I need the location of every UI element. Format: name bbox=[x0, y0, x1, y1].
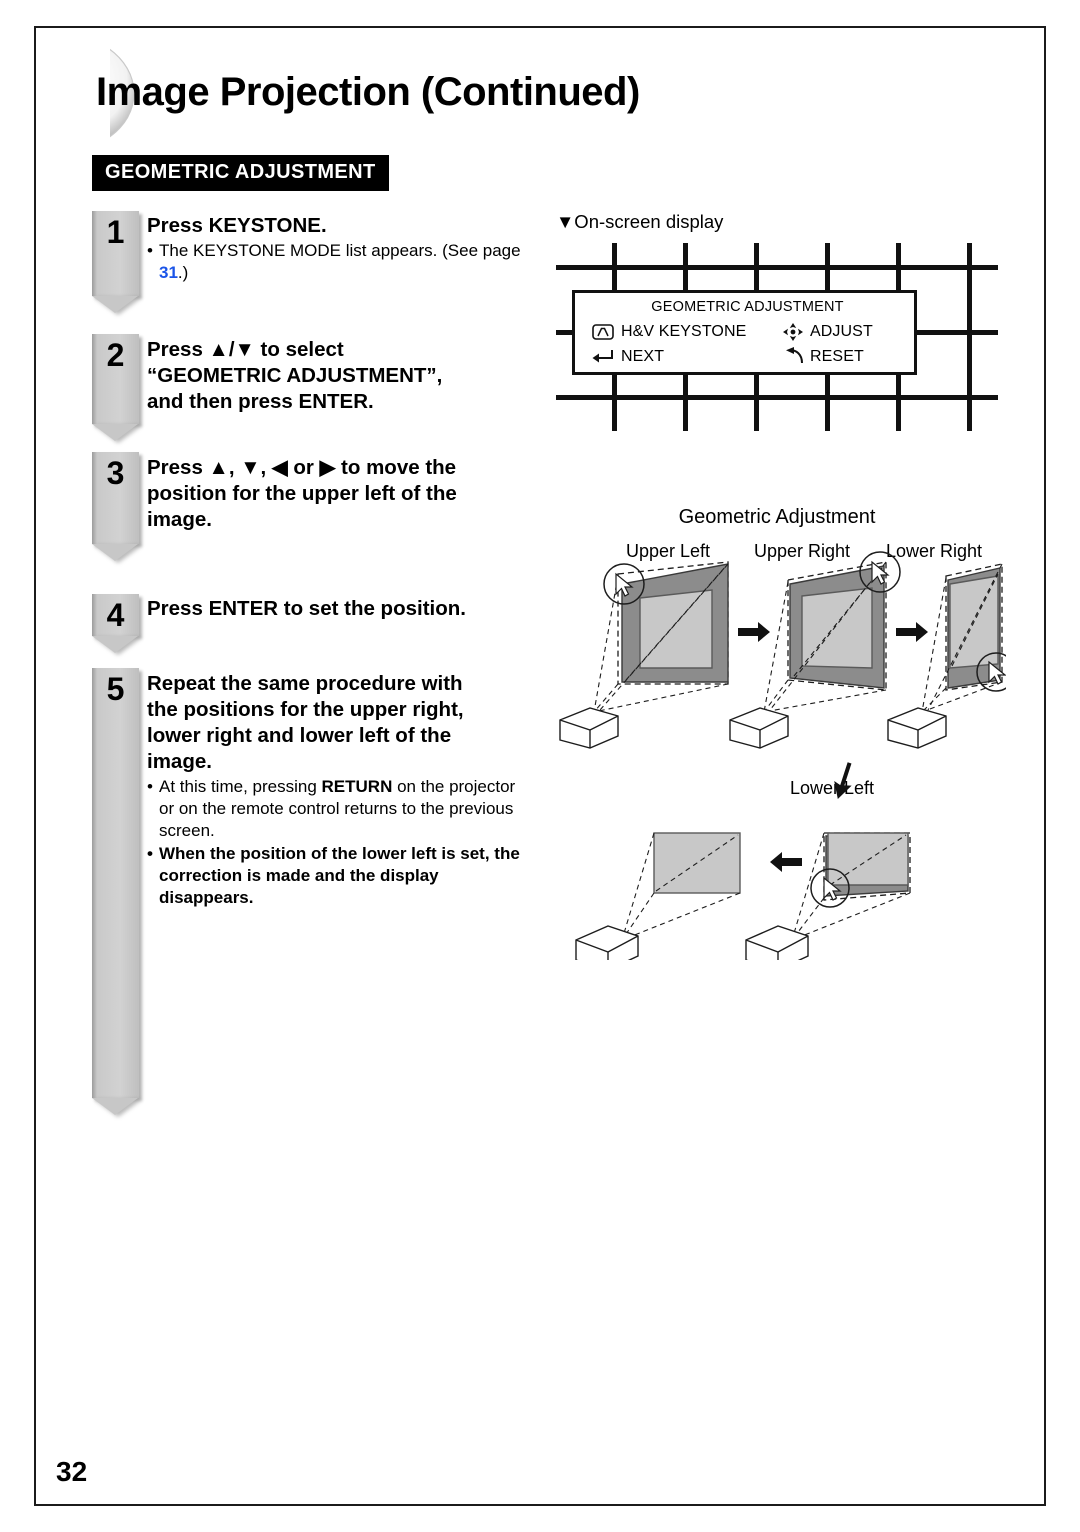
panel-result bbox=[575, 832, 741, 971]
bullet-text-after: .) bbox=[177, 263, 189, 282]
step-2-line-2: “GEOMETRIC ADJUSTMENT”, bbox=[147, 364, 443, 387]
step-3-line-1: Press ▲, ▼, ◀ or ▶ to move the bbox=[147, 456, 457, 479]
page-reference-link[interactable]: 31 bbox=[159, 263, 178, 282]
geometric-adjustment-diagram: .gOuter { fill:#8c8c8c; stroke:#3a3a3a; … bbox=[556, 540, 1016, 971]
bullet-item: The KEYSTONE MODE list appears. (See pag… bbox=[147, 240, 522, 284]
step-4-heading-tail: to set the position. bbox=[278, 597, 466, 620]
step-marker-4: 4 bbox=[92, 594, 139, 653]
flow-arrow-left bbox=[770, 852, 802, 872]
projector-icon bbox=[745, 925, 809, 971]
step-3-line-2: position for the upper left of the bbox=[147, 482, 457, 505]
projector-icon bbox=[729, 707, 789, 749]
step-marker-tip bbox=[92, 424, 138, 441]
osd-row-label-next: NEXT bbox=[621, 348, 665, 365]
step-1-heading: Press KEYSTONE. bbox=[147, 213, 537, 239]
panel-upper-right bbox=[729, 551, 901, 749]
on-screen-display-preview: GEOMETRIC ADJUSTMENT H&V KEYSTONE ADJUST bbox=[556, 243, 998, 431]
step-number-2: 2 bbox=[106, 337, 125, 373]
reset-curved-arrow-icon bbox=[785, 347, 805, 370]
step-marker-tip bbox=[92, 636, 138, 653]
step-3-line-3: image. bbox=[147, 508, 212, 531]
grid-line-horizontal bbox=[556, 395, 998, 400]
step-5-heading: Repeat the same procedure with the posit… bbox=[147, 671, 547, 775]
osd-row-label-reset: RESET bbox=[810, 348, 864, 365]
osd-dialog: GEOMETRIC ADJUSTMENT H&V KEYSTONE ADJUST bbox=[572, 290, 917, 375]
section-label: GEOMETRIC ADJUSTMENT bbox=[92, 155, 389, 191]
enter-arrow-icon bbox=[591, 349, 615, 370]
bullet-item: At this time, pressing RETURN on the pro… bbox=[147, 776, 532, 842]
step-4-heading-key: ENTER bbox=[208, 597, 279, 620]
panel-upper-left bbox=[559, 561, 729, 749]
step-2-heading: Press ▲/▼ to select “GEOMETRIC ADJUSTMEN… bbox=[147, 337, 547, 415]
step-2-line-3-tail: . bbox=[368, 390, 374, 413]
projector-icon bbox=[887, 707, 947, 749]
step-4-heading: Press ENTER to set the position. bbox=[147, 596, 547, 622]
step-marker-tip bbox=[92, 1098, 138, 1115]
grid-line-horizontal bbox=[556, 265, 998, 270]
on-screen-display-caption: ▼On-screen display bbox=[556, 211, 724, 232]
step-5-line-4: image. bbox=[147, 750, 212, 773]
step-number-1: 1 bbox=[106, 214, 125, 250]
step-5-bullets: At this time, pressing RETURN on the pro… bbox=[147, 775, 532, 909]
projector-icon bbox=[559, 707, 619, 749]
bullet-text-before: The KEYSTONE MODE list appears. (See pag… bbox=[159, 241, 521, 260]
step-number-4: 4 bbox=[106, 597, 125, 633]
step-2-line-1: Press ▲/▼ to select bbox=[147, 338, 344, 361]
step-5-line-1: Repeat the same procedure with bbox=[147, 672, 463, 695]
page-number: 32 bbox=[56, 1456, 88, 1487]
flow-arrow-down bbox=[834, 762, 852, 800]
step-number-5: 5 bbox=[106, 671, 125, 707]
flow-arrow-right-2 bbox=[896, 622, 928, 642]
step-marker-3: 3 bbox=[92, 452, 139, 561]
step-1-heading-key: KEYSTONE bbox=[208, 214, 321, 237]
step-number-3: 3 bbox=[106, 455, 125, 491]
page-title: Image Projection (Continued) bbox=[96, 70, 640, 114]
step-4-heading-plain: Press bbox=[147, 597, 209, 620]
step-marker-2: 2 bbox=[92, 334, 139, 441]
step-5-line-2: the positions for the upper right, bbox=[147, 698, 464, 721]
step-marker-tip bbox=[92, 544, 138, 561]
step-marker-1: 1 bbox=[92, 211, 139, 313]
osd-row-label-adjust: ADJUST bbox=[810, 323, 873, 340]
keystone-icon bbox=[592, 324, 614, 345]
grid-line-vertical bbox=[967, 243, 972, 431]
bullet-key-return: RETURN bbox=[321, 777, 393, 796]
osd-row-label-keystone: H&V KEYSTONE bbox=[621, 323, 747, 340]
step-2-line-3-plain: and then press bbox=[147, 390, 299, 413]
panel-lower-left bbox=[745, 832, 911, 971]
step-1-heading-plain: Press bbox=[147, 214, 209, 237]
osd-dialog-title: GEOMETRIC ADJUSTMENT bbox=[651, 299, 844, 315]
bullet-text-before: At this time, pressing bbox=[159, 777, 322, 796]
bullet-text-before: When the position of the lower left is s… bbox=[159, 844, 520, 907]
step-marker-5: 5 bbox=[92, 668, 139, 1115]
step-1-heading-tail: . bbox=[320, 214, 327, 237]
step-2-line-3-key: ENTER bbox=[298, 390, 368, 413]
step-marker-tip bbox=[92, 296, 138, 313]
flow-arrow-right-1 bbox=[738, 622, 770, 642]
step-3-heading: Press ▲, ▼, ◀ or ▶ to move the position … bbox=[147, 455, 547, 533]
bullet-item: When the position of the lower left is s… bbox=[147, 843, 532, 909]
panel-lower-right bbox=[887, 563, 1016, 749]
step-5-line-3: lower right and lower left of the bbox=[147, 724, 452, 747]
adjust-diamond-icon bbox=[783, 323, 803, 346]
step-1-bullets: The KEYSTONE MODE list appears. (See pag… bbox=[147, 239, 522, 284]
diagram-title: Geometric Adjustment bbox=[678, 506, 876, 528]
